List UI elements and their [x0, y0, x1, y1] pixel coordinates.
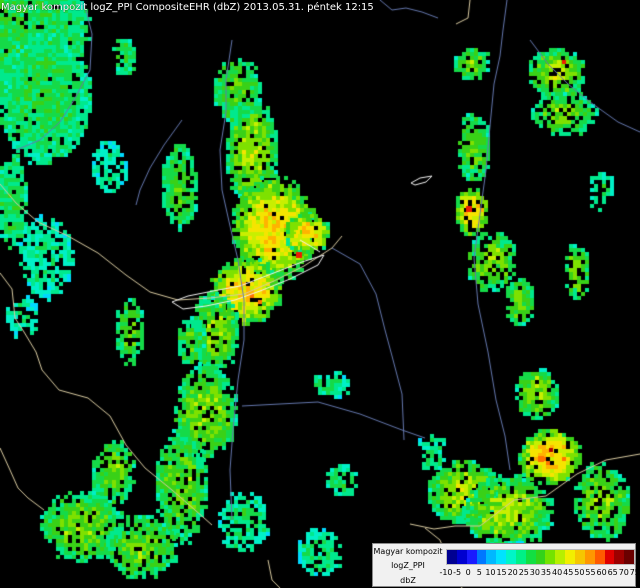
legend-ticks: -10 -5 0 5 10 15 20 25 30 35 40 45 50 55…	[439, 568, 639, 580]
legend-swatch	[555, 550, 566, 564]
map-title: Magyar kompozit logZ_PPI CompositeEHR (d…	[1, 2, 374, 13]
legend-swatch	[614, 550, 625, 564]
legend-swatch	[584, 550, 595, 564]
legend-swatch	[574, 550, 585, 564]
legend-swatch	[565, 550, 575, 564]
legend-tick: 75	[629, 568, 640, 577]
legend-swatch	[486, 550, 497, 564]
legend-swatch	[466, 550, 477, 564]
legend-swatch	[604, 550, 615, 564]
legend-title: Magyar kompozit	[373, 547, 443, 556]
legend-swatch	[476, 550, 487, 564]
legend-swatch	[594, 550, 605, 564]
legend-subtitle: logZ_PPI	[391, 561, 425, 570]
legend-swatch	[506, 550, 516, 564]
legend-swatch	[525, 550, 536, 564]
legend-swatch	[624, 550, 635, 564]
legend-swatch	[545, 550, 556, 564]
legend-swatch	[456, 550, 467, 564]
legend-swatch	[535, 550, 546, 564]
legend-swatch	[447, 550, 457, 564]
legend-swatch	[515, 550, 526, 564]
radar-map	[0, 0, 640, 588]
legend-unit: dbZ	[400, 576, 416, 585]
legend-swatch	[496, 550, 507, 564]
legend-color-scale	[446, 549, 635, 565]
color-legend: Magyar kompozit logZ_PPI dbZ -10 -5 0 5 …	[372, 543, 640, 587]
